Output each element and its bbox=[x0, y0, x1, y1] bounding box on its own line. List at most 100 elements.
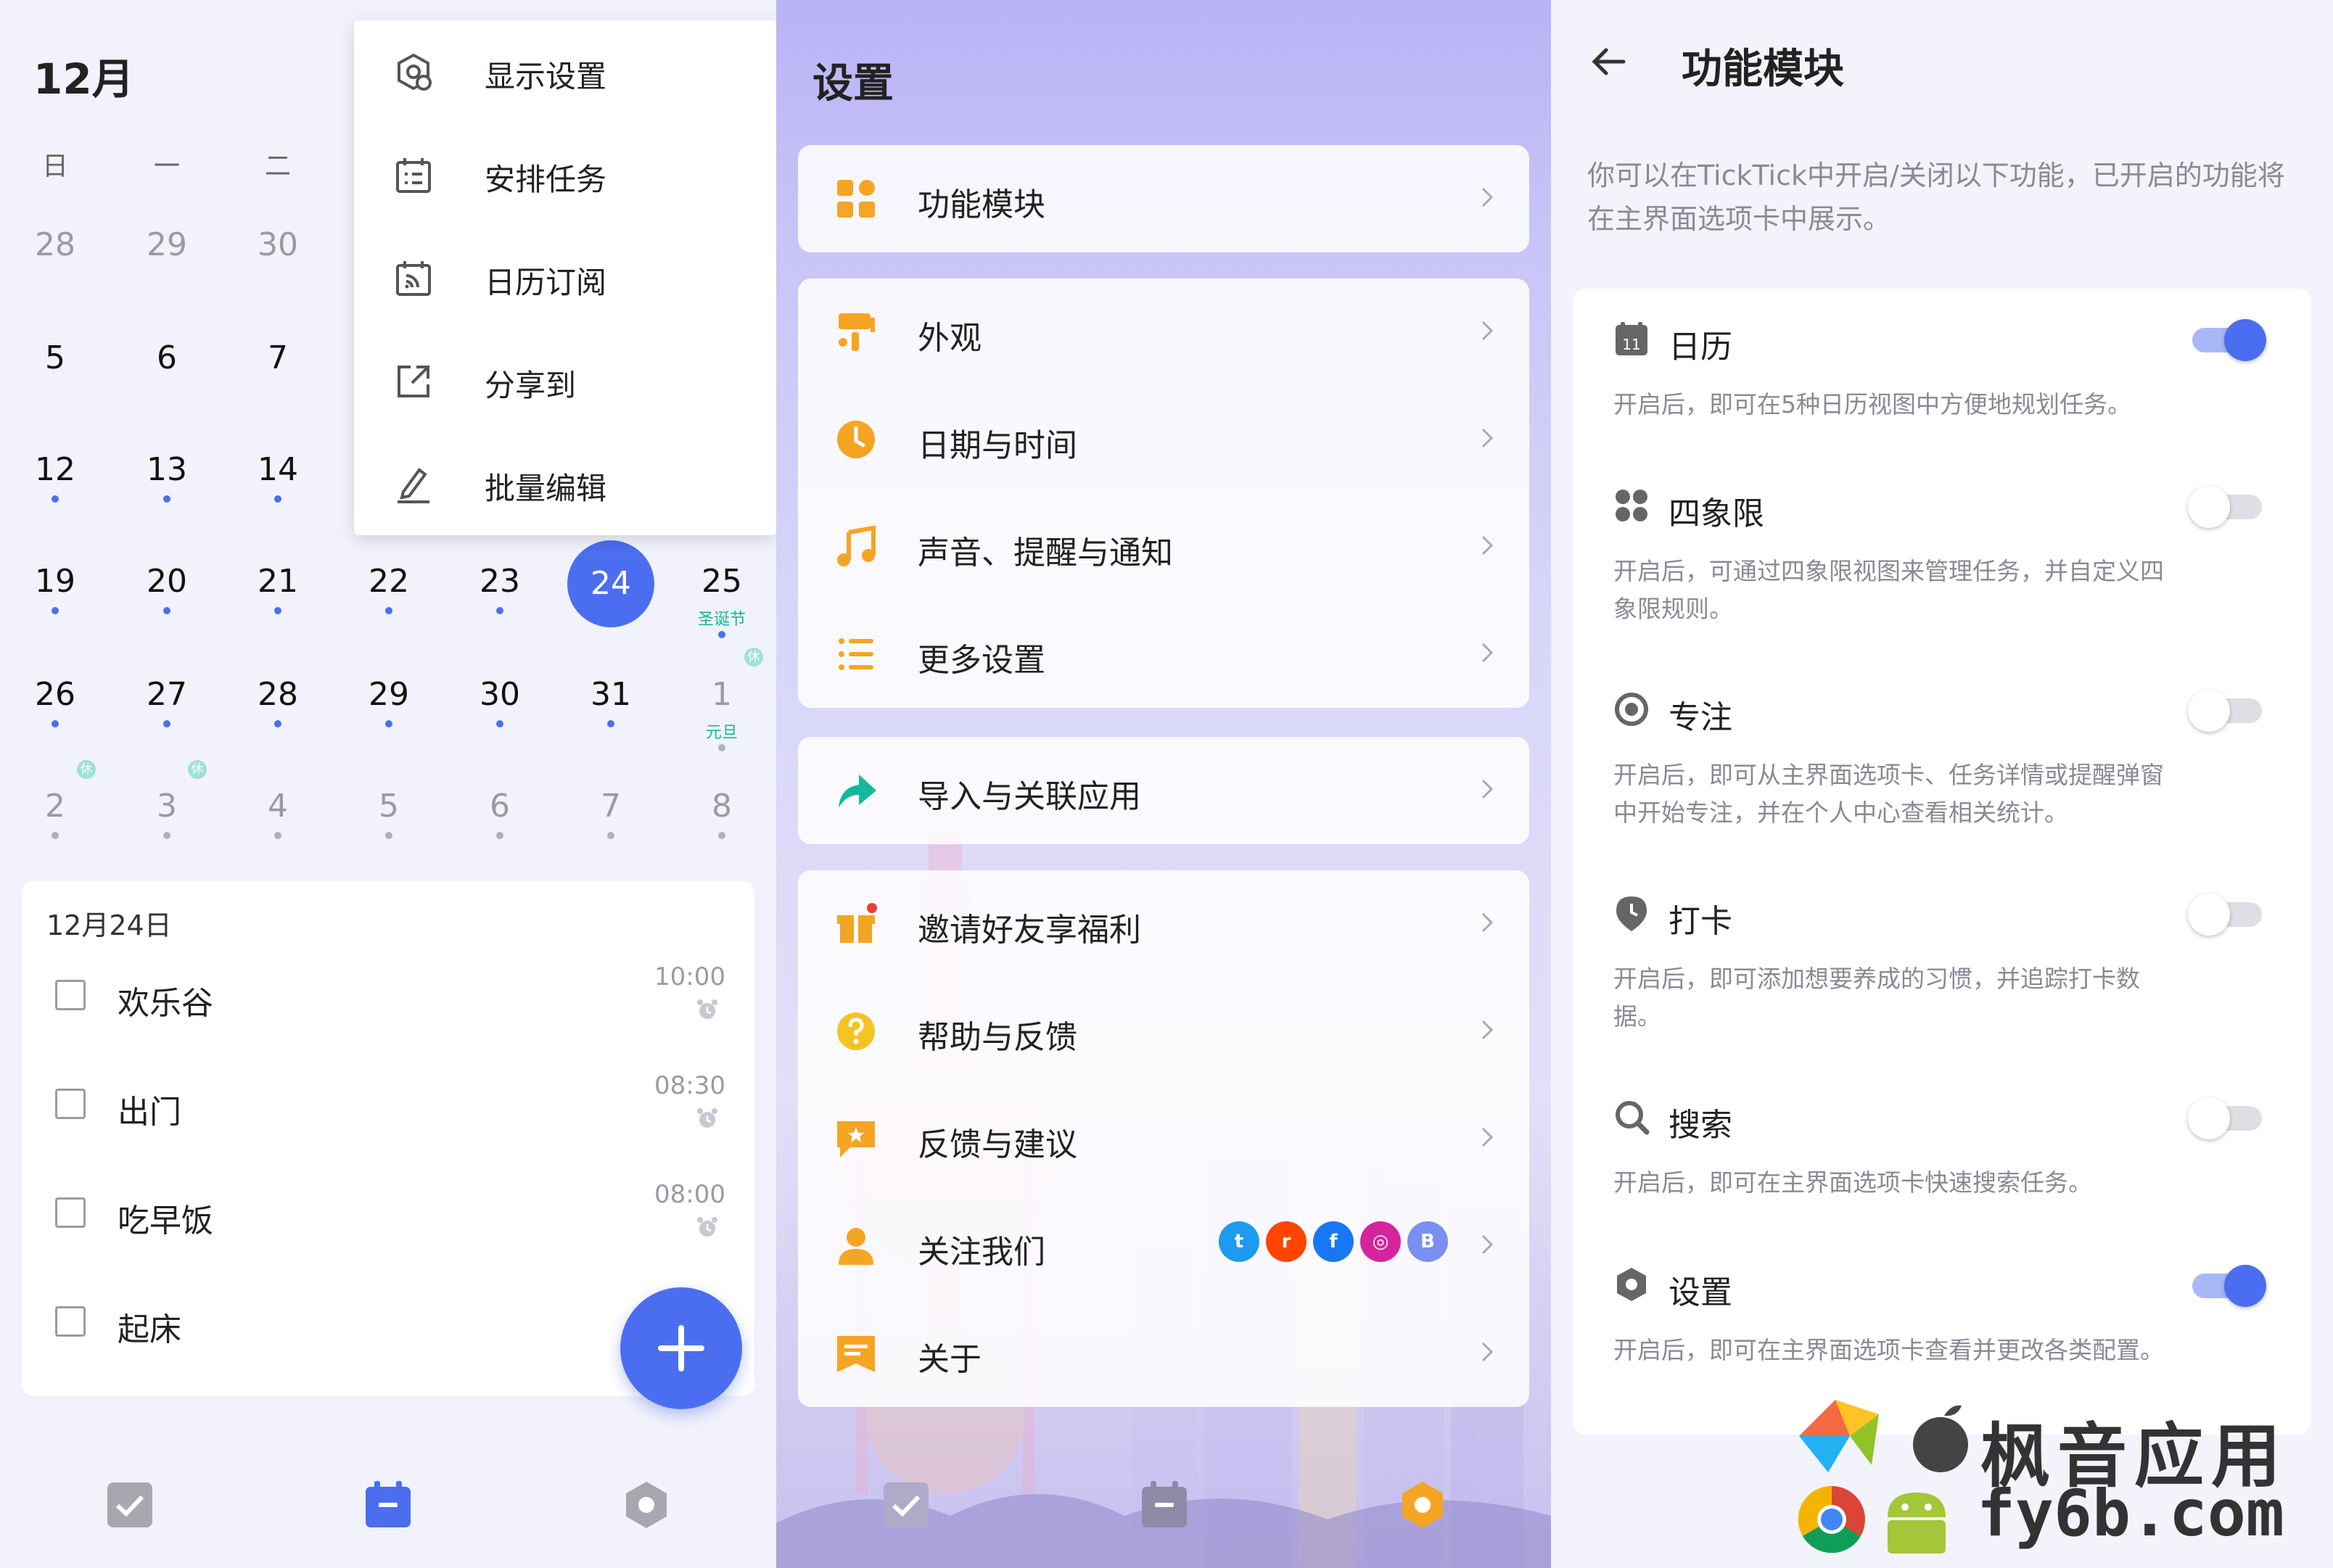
settings-item-appearance[interactable]: 外观 bbox=[798, 278, 1529, 386]
feature-toggle-habit[interactable] bbox=[2188, 894, 2262, 936]
rest-badge: 休 bbox=[188, 760, 207, 779]
calendar-day[interactable]: 26 bbox=[19, 676, 91, 713]
calendar-day[interactable]: 29 bbox=[131, 226, 203, 263]
calendar-day[interactable]: 27 bbox=[131, 676, 203, 713]
tab-tasks-icon[interactable] bbox=[104, 1480, 155, 1530]
calendar-day[interactable]: 13 bbox=[131, 451, 203, 488]
task-dot bbox=[163, 832, 170, 839]
tab-settings-icon[interactable] bbox=[1397, 1480, 1448, 1530]
feature-description: 开启后，即可从主界面选项卡、任务详情或提醒弹窗中开始专注，并在个人中心查看相关统… bbox=[1613, 761, 2164, 827]
tab-tasks-icon[interactable] bbox=[881, 1480, 931, 1530]
settings-item-date-time[interactable]: 日期与时间 bbox=[798, 386, 1529, 493]
task-dot bbox=[163, 495, 170, 503]
chevron-right-icon bbox=[1481, 1234, 1494, 1255]
menu-item-label: 批量编辑 bbox=[485, 471, 607, 506]
menu-item-calendar-subscribe[interactable]: 日历订阅 bbox=[354, 226, 776, 329]
settings-item-import[interactable]: 导入与关联应用 bbox=[798, 737, 1529, 844]
back-arrow-icon[interactable] bbox=[1587, 40, 1631, 83]
settings-item-label: 关于 bbox=[918, 1341, 982, 1378]
feature-name: 四象限 bbox=[1669, 495, 1764, 532]
feature-name: 日历 bbox=[1669, 329, 1732, 366]
calendar-day[interactable]: 25 bbox=[686, 563, 758, 600]
settings-item-invite[interactable]: 邀请好友享福利 bbox=[798, 870, 1529, 978]
feature-toggle-focus[interactable] bbox=[2188, 690, 2262, 732]
settings-group: 功能模块 bbox=[798, 145, 1529, 252]
tab-calendar-icon[interactable] bbox=[363, 1480, 413, 1530]
weekday-label: 二 bbox=[264, 152, 291, 181]
month-title[interactable]: 12月 bbox=[33, 45, 134, 106]
task-checkbox[interactable] bbox=[55, 1197, 86, 1228]
appearance-icon bbox=[839, 313, 875, 351]
calendar-day[interactable]: 12 bbox=[19, 451, 91, 488]
feature-toggle-quadrant[interactable] bbox=[2188, 486, 2262, 528]
calendar-day[interactable]: 5 bbox=[19, 339, 91, 376]
feature-name: 搜索 bbox=[1669, 1107, 1732, 1144]
reddit-icon[interactable]: r bbox=[1266, 1221, 1307, 1262]
chevron-right-icon bbox=[1481, 428, 1494, 448]
menu-item-display-settings[interactable]: 显示设置 bbox=[354, 20, 776, 123]
twitter-icon[interactable]: t bbox=[1219, 1221, 1259, 1262]
task-row[interactable]: 欢乐谷 10:00 bbox=[22, 942, 754, 1051]
task-dot bbox=[718, 744, 725, 751]
calendar-day[interactable]: 31 bbox=[575, 676, 647, 713]
feature-toggle-settings[interactable] bbox=[2192, 1265, 2266, 1307]
settings-item-follow[interactable]: 关注我们 t r f ◎ B bbox=[798, 1192, 1529, 1300]
add-task-button[interactable] bbox=[620, 1287, 742, 1409]
calendar-day[interactable]: 30 bbox=[242, 226, 314, 263]
task-row[interactable]: 出门 08:30 bbox=[22, 1051, 754, 1160]
tab-settings-icon[interactable] bbox=[621, 1480, 672, 1530]
menu-item-batch-edit[interactable]: 批量编辑 bbox=[354, 432, 776, 535]
settings-item-label: 更多设置 bbox=[918, 642, 1045, 679]
calendar-day[interactable]: 2 bbox=[19, 788, 91, 825]
calendar-day[interactable]: 6 bbox=[464, 788, 536, 825]
calendar-day[interactable]: 7 bbox=[575, 788, 647, 825]
feature-toggle-calendar[interactable] bbox=[2192, 319, 2266, 361]
calendar-day[interactable]: 14 bbox=[242, 451, 314, 488]
weekday-label: 日 bbox=[41, 152, 68, 181]
calendar-day[interactable]: 5 bbox=[353, 788, 425, 825]
menu-item-schedule-task[interactable]: 安排任务 bbox=[354, 123, 776, 226]
calendar-day[interactable]: 30 bbox=[464, 676, 536, 713]
gift-icon bbox=[837, 903, 877, 943]
task-dot bbox=[52, 832, 59, 839]
task-checkbox[interactable] bbox=[55, 1089, 86, 1119]
calendar-day[interactable]: 8 bbox=[686, 788, 758, 825]
task-checkbox[interactable] bbox=[55, 980, 86, 1010]
menu-item-share[interactable]: 分享到 bbox=[354, 329, 776, 432]
facebook-icon[interactable]: f bbox=[1313, 1221, 1354, 1262]
selected-day[interactable]: 24 bbox=[567, 540, 654, 627]
calendar-day[interactable]: 3 bbox=[131, 788, 203, 825]
calendar-day[interactable]: 1 bbox=[686, 676, 758, 713]
calendar-day[interactable]: 23 bbox=[464, 563, 536, 600]
calendar-day[interactable]: 7 bbox=[242, 339, 314, 376]
settings-item-about[interactable]: 关于 bbox=[798, 1300, 1529, 1407]
calendar-day[interactable]: 28 bbox=[242, 676, 314, 713]
search-icon bbox=[1616, 1101, 1650, 1135]
settings-item-label: 导入与关联应用 bbox=[918, 778, 1141, 815]
menu-item-label: 日历订阅 bbox=[485, 265, 607, 300]
calendar-day[interactable]: 29 bbox=[353, 676, 425, 713]
settings-group: 外观 日期与时间 声音、提醒与通知 更多设置 bbox=[798, 278, 1529, 708]
calendar-day[interactable]: 22 bbox=[353, 563, 425, 600]
calendar-day[interactable]: 28 bbox=[19, 226, 91, 263]
settings-item-more[interactable]: 更多设置 bbox=[798, 601, 1529, 708]
calendar-day[interactable]: 21 bbox=[242, 563, 314, 600]
weibo-icon[interactable]: B bbox=[1407, 1221, 1448, 1262]
calendar-day[interactable]: 20 bbox=[131, 563, 203, 600]
alarm-icon bbox=[697, 999, 717, 1019]
calendar-day[interactable]: 6 bbox=[131, 339, 203, 376]
task-dot bbox=[496, 832, 503, 839]
task-row[interactable]: 吃早饭 08:00 bbox=[22, 1160, 754, 1268]
settings-item-modules[interactable]: 功能模块 bbox=[798, 145, 1529, 252]
settings-item-sound[interactable]: 声音、提醒与通知 bbox=[798, 493, 1529, 601]
calendar-day[interactable]: 4 bbox=[242, 788, 314, 825]
tab-calendar-icon[interactable] bbox=[1139, 1480, 1190, 1530]
feature-toggle-search[interactable] bbox=[2188, 1097, 2262, 1139]
task-dot bbox=[274, 720, 281, 727]
settings-item-help[interactable]: 帮助与反馈 bbox=[798, 978, 1529, 1085]
settings-item-feedback[interactable]: 反馈与建议 bbox=[798, 1085, 1529, 1192]
calendar-day[interactable]: 19 bbox=[19, 563, 91, 600]
task-checkbox[interactable] bbox=[55, 1306, 86, 1337]
instagram-icon[interactable]: ◎ bbox=[1360, 1221, 1401, 1262]
settings-item-label: 外观 bbox=[918, 320, 982, 357]
